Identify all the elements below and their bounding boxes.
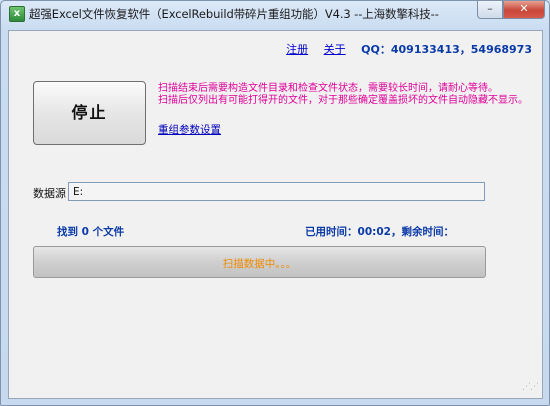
register-link[interactable]: 注册 <box>286 43 308 56</box>
window-title: 超强Excel文件恢复软件（ExcelRebuild带碎片重组功能）V4.3 -… <box>29 7 439 21</box>
title-bar[interactable]: x 超强Excel文件恢复软件（ExcelRebuild带碎片重组功能）V4.3… <box>1 1 549 27</box>
excel-app-icon: x <box>9 6 25 22</box>
progress-bar: 扫描数据中。。。 <box>33 246 486 278</box>
app-window: x 超强Excel文件恢复软件（ExcelRebuild带碎片重组功能）V4.3… <box>0 0 550 406</box>
reset-params-link[interactable]: 重组参数设置 <box>158 122 221 137</box>
info-line-2: 扫描后仅列出有可能打得开的文件，对于那些确定覆盖损坏的文件自动隐藏不显示。 <box>158 95 528 106</box>
info-text: 扫描结束后需要构造文件目录和检查文件状态，需要较长时间，请耐心等待。 扫描后仅列… <box>158 83 528 107</box>
elapsed-time-text: 已用时间：00:02，剩余时间： <box>305 226 454 238</box>
found-count-text: 找到 0 个文件 <box>57 226 125 238</box>
progress-status-text: 扫描数据中。。。 <box>222 258 297 270</box>
stop-button[interactable]: 停止 <box>33 81 146 145</box>
close-button[interactable]: ✕ <box>503 1 545 19</box>
about-link[interactable]: 关于 <box>324 43 346 56</box>
minimize-button[interactable]: – <box>477 1 503 19</box>
data-source-input[interactable] <box>68 182 485 201</box>
qq-contact: QQ：409133413，54968973 <box>361 43 532 56</box>
data-source-label: 数据源 <box>33 187 66 200</box>
main-panel: 注册 关于 QQ：409133413，54968973 停止 扫描结束后需要构造… <box>8 30 543 399</box>
resize-grip-icon[interactable]: ⋰⋰ <box>522 382 539 392</box>
header-links: 注册 关于 QQ：409133413，54968973 <box>286 41 532 57</box>
info-line-1: 扫描结束后需要构造文件目录和检查文件状态，需要较长时间，请耐心等待。 <box>158 83 498 94</box>
caption-buttons: – ✕ <box>477 1 545 21</box>
